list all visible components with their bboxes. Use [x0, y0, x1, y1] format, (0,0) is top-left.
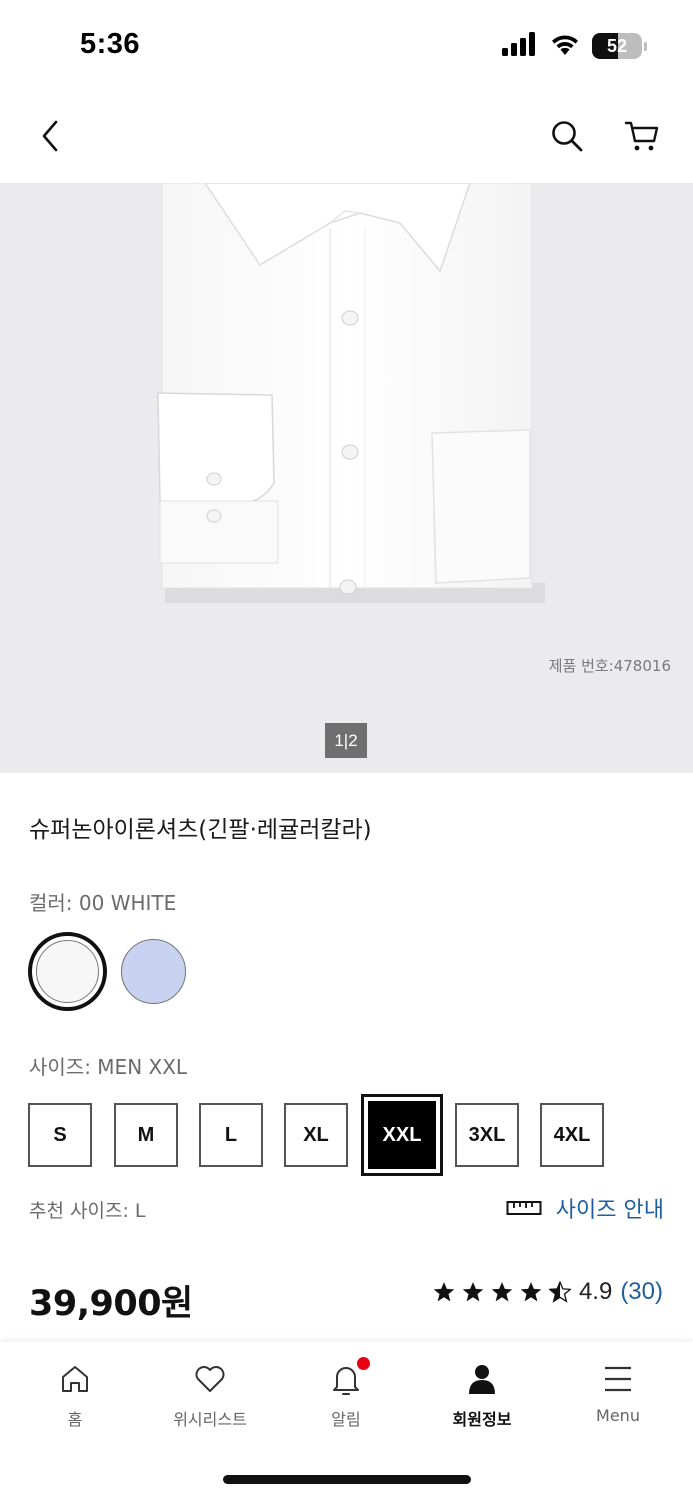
tab-account[interactable]: 회원정보 — [422, 1360, 542, 1430]
size-label: 사이즈: MEN XXL — [29, 1055, 188, 1079]
color-swatch-blue[interactable] — [121, 939, 186, 1004]
battery-nub — [644, 41, 647, 51]
color-swatches — [28, 932, 186, 1011]
star-icon — [491, 1282, 513, 1302]
star-icon — [433, 1282, 455, 1302]
tab-wishlist-label: 위시리스트 — [173, 1410, 247, 1429]
color-swatch-white[interactable] — [28, 932, 107, 1011]
rating-stars — [433, 1281, 571, 1303]
status-time: 5:36 — [80, 28, 141, 60]
size-option-xl[interactable]: XL — [284, 1103, 348, 1167]
menu-icon — [605, 1366, 631, 1392]
size-option-l[interactable]: L — [199, 1103, 263, 1167]
cart-button[interactable] — [620, 114, 664, 158]
rating-count[interactable]: (30) — [620, 1278, 663, 1306]
home-indicator — [223, 1475, 471, 1484]
bell-icon — [333, 1367, 359, 1395]
size-option-4xl[interactable]: 4XL — [540, 1103, 604, 1167]
product-image-gallery[interactable]: 제품 번호:478016 1|2 — [0, 183, 693, 773]
ruler-icon — [506, 1201, 542, 1215]
search-icon — [552, 121, 583, 152]
star-icon — [462, 1282, 484, 1302]
product-number: 제품 번호:478016 — [548, 657, 671, 675]
product-price: 39,900원 — [29, 1284, 193, 1324]
star-icon — [548, 1281, 571, 1303]
size-option-m[interactable]: M — [114, 1103, 178, 1167]
back-button[interactable] — [30, 114, 70, 158]
tab-account-label: 회원정보 — [452, 1410, 512, 1429]
cart-icon — [624, 121, 659, 151]
product-title: 슈퍼논아이론셔츠(긴팔·레귤러칼라) — [29, 817, 372, 843]
search-button[interactable] — [545, 114, 589, 158]
size-guide-link[interactable]: 사이즈 안내 — [506, 1192, 664, 1224]
tab-menu-label: Menu — [596, 1406, 640, 1425]
nav-header — [0, 92, 693, 182]
size-option-xxl[interactable]: XXL — [361, 1094, 443, 1176]
size-options: S M L XL XXL 3XL 4XL — [28, 1094, 668, 1176]
star-icon — [520, 1282, 542, 1302]
tab-notifications[interactable]: 알림 — [286, 1357, 406, 1430]
home-icon — [62, 1366, 88, 1392]
heart-icon — [195, 1366, 225, 1392]
notification-badge — [357, 1357, 370, 1370]
size-option-s[interactable]: S — [28, 1103, 92, 1167]
product-image — [157, 183, 545, 603]
recommended-size: 추천 사이즈: L — [29, 1200, 146, 1222]
tab-wishlist[interactable]: 위시리스트 — [150, 1360, 270, 1430]
wifi-icon — [550, 32, 580, 60]
tab-home-label: 홈 — [67, 1410, 83, 1429]
product-rating[interactable]: 4.9 (30) — [433, 1278, 663, 1306]
size-option-xxl-label: XXL — [368, 1101, 436, 1169]
tab-menu[interactable]: Menu — [558, 1360, 678, 1425]
size-guide-label: 사이즈 안내 — [555, 1198, 664, 1223]
cellular-signal-icon — [502, 32, 538, 60]
status-bar: 5:36 52 — [0, 0, 693, 92]
chevron-left-icon — [42, 120, 58, 152]
size-option-3xl[interactable]: 3XL — [455, 1103, 519, 1167]
image-pager: 1|2 — [325, 723, 367, 758]
color-swatch-fill — [36, 940, 99, 1003]
battery-percent: 52 — [606, 35, 628, 56]
rating-value: 4.9 — [578, 1278, 613, 1305]
tab-notifications-label: 알림 — [331, 1410, 361, 1429]
status-icons: 52 — [502, 32, 647, 60]
tab-home[interactable]: 홈 — [15, 1360, 135, 1430]
color-label: 컬러: 00 WHITE — [29, 891, 177, 915]
battery-indicator: 52 — [592, 33, 642, 59]
person-icon — [469, 1365, 495, 1394]
